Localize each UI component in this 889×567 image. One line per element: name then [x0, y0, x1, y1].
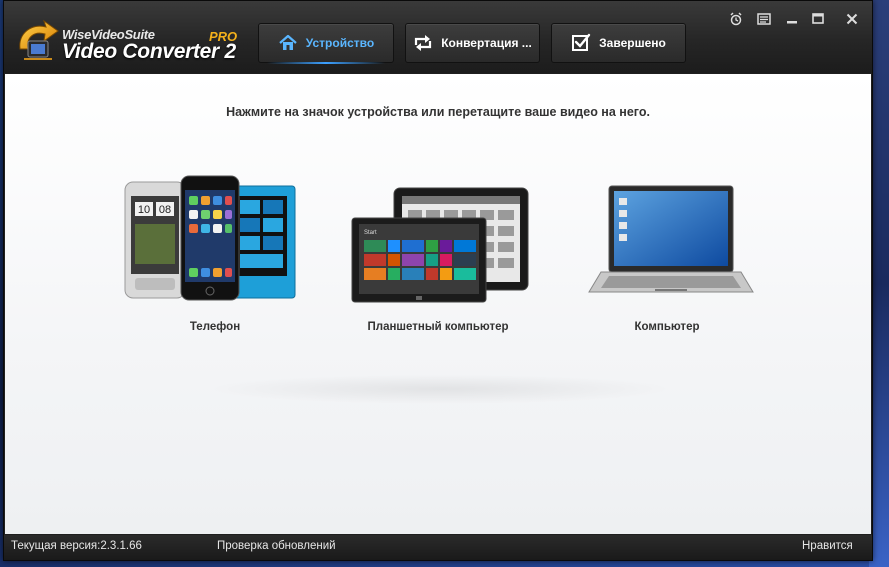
tab-device-label: Устройство	[305, 36, 375, 50]
phones-icon: 10 08	[124, 175, 296, 301]
tab-conversion-label: Конвертация ...	[441, 36, 532, 50]
laptop-icon	[588, 185, 754, 293]
status-bar: Текущая версия:2.3.1.66 Проверка обновле…	[4, 535, 872, 560]
device-phone[interactable]: 10 08 Телефон	[105, 174, 325, 334]
checkbox-icon	[572, 33, 591, 51]
device-tablet[interactable]: Start Планшетный компьютер	[328, 174, 548, 334]
like-link[interactable]: Нравится	[802, 540, 853, 552]
maximize-icon	[812, 13, 824, 24]
device-phone-label: Телефон	[189, 321, 241, 333]
title-bar[interactable]: WiseVideoSuite Video Converter 2 PRO Уст…	[4, 1, 872, 73]
home-icon	[279, 34, 297, 50]
close-button[interactable]	[840, 9, 864, 29]
phone-clock-hours: 10	[138, 204, 150, 216]
close-icon	[846, 13, 858, 25]
device-computer[interactable]: Компьютер	[557, 174, 777, 334]
menu-button[interactable]	[752, 9, 776, 29]
version-text: Текущая версия:2.3.1.66	[11, 540, 142, 552]
check-updates-link[interactable]: Проверка обновлений	[217, 540, 336, 552]
minimize-button[interactable]	[780, 9, 804, 29]
minimize-icon	[787, 21, 797, 24]
convert-arrows-icon	[415, 35, 432, 51]
menu-icon	[757, 13, 771, 25]
reflection-shadow	[205, 374, 675, 404]
device-computer-label: Компьютер	[634, 321, 700, 333]
device-tablet-label: Планшетный компьютер	[367, 321, 509, 333]
phone-clock-minutes: 08	[159, 204, 171, 216]
tab-completed[interactable]: Завершено	[551, 23, 686, 63]
app-window: WiseVideoSuite Video Converter 2 PRO Уст…	[3, 0, 873, 561]
edition-badge: PRO	[209, 29, 238, 44]
tab-conversion[interactable]: Конвертация ...	[405, 23, 540, 63]
alarm-icon	[730, 12, 742, 26]
tablets-icon: Start	[351, 187, 529, 303]
tab-device[interactable]: Устройство	[258, 23, 394, 64]
alarm-button[interactable]	[724, 9, 748, 29]
tablet-screen-title: Start	[364, 230, 377, 236]
device-selection-panel[interactable]: Нажмите на значок устройства или перетащ…	[5, 74, 871, 534]
app-logo-icon	[19, 19, 59, 60]
tab-completed-label: Завершено	[599, 36, 666, 50]
maximize-button[interactable]	[806, 9, 830, 29]
instruction-text: Нажмите на значок устройства или перетащ…	[226, 105, 650, 119]
